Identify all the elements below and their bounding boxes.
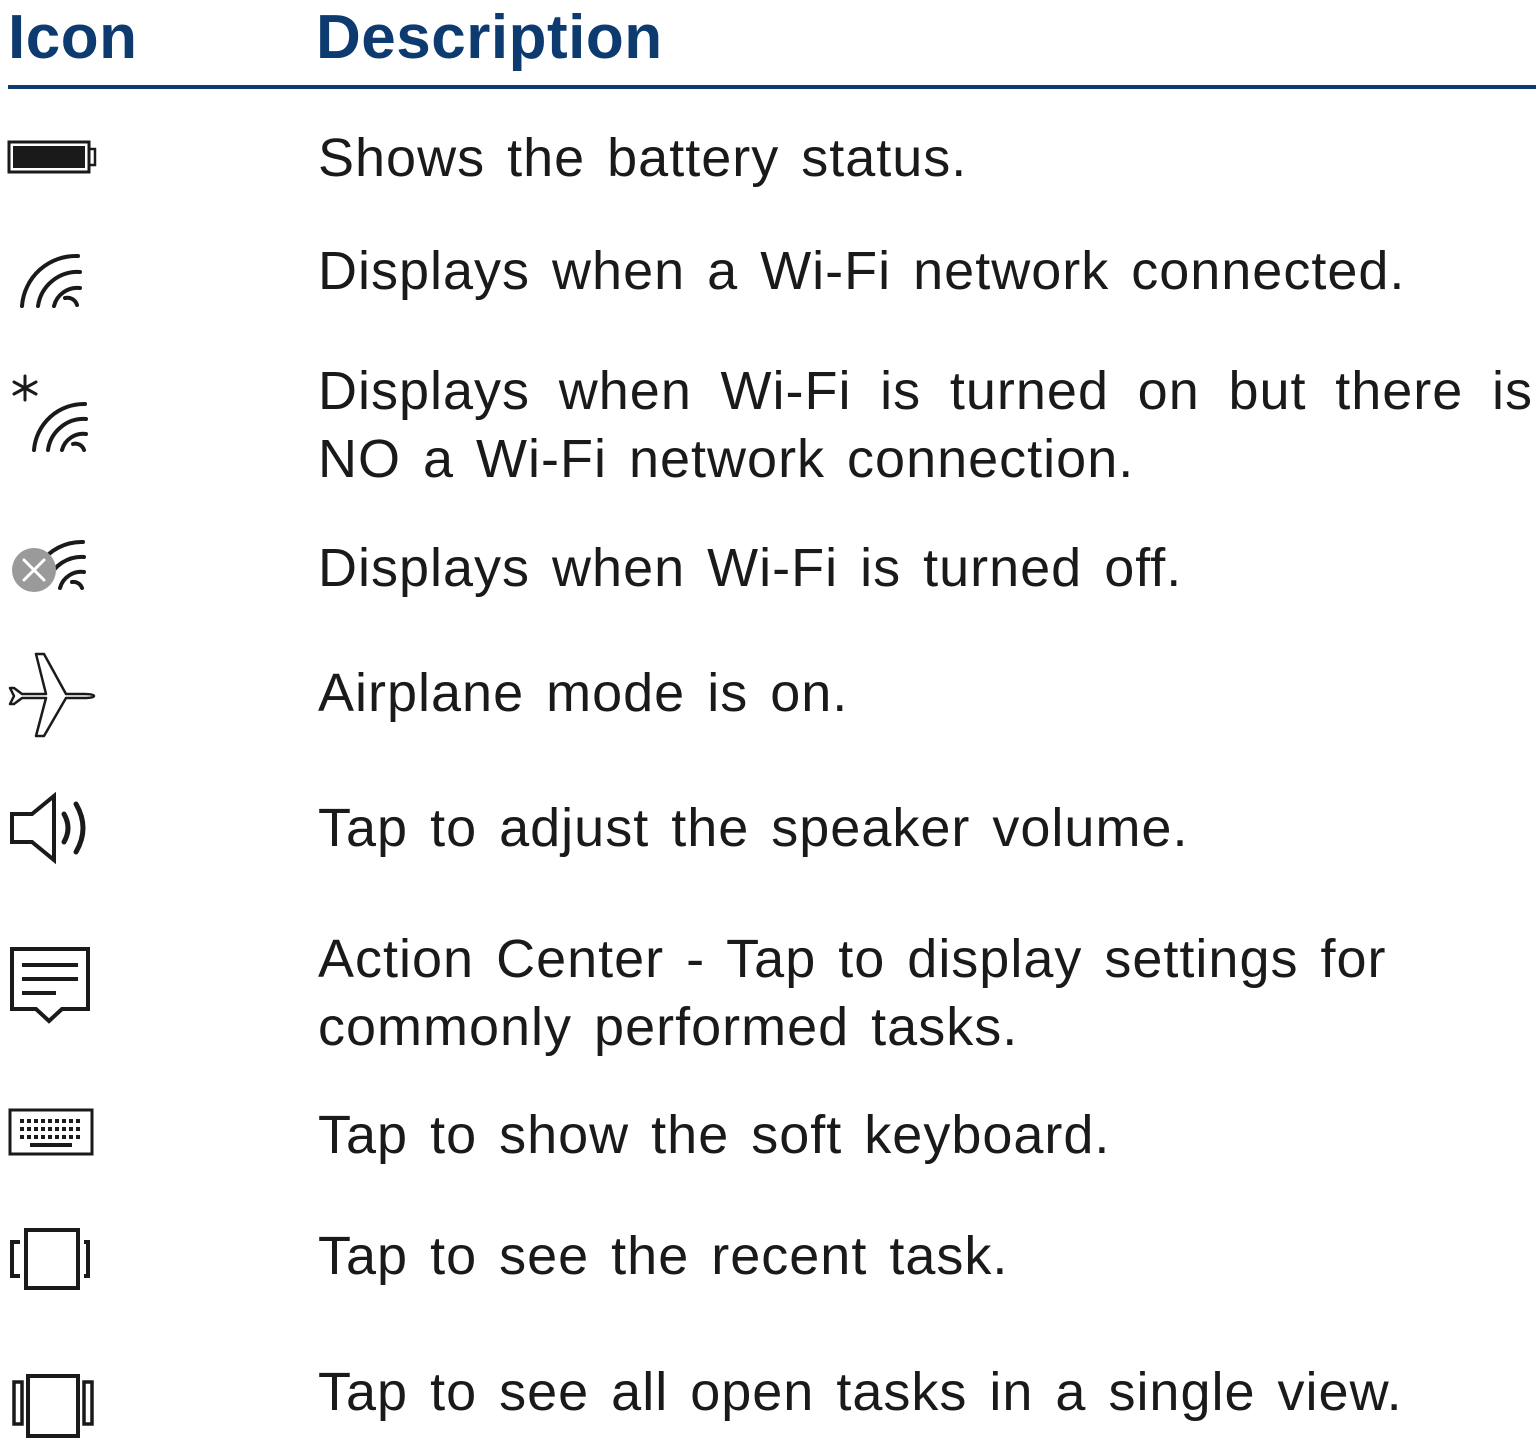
table-row-description: Airplane mode is on. <box>318 663 849 723</box>
description-column-header: Description <box>316 3 663 72</box>
airplane-icon <box>6 648 98 740</box>
icon-column-header: Icon <box>8 3 138 72</box>
table-row-description: Tap to show the soft keyboard. <box>318 1105 1111 1165</box>
table-row-description: Action Center - Tap to display settings … <box>318 929 1387 1057</box>
table-row-description: Displays when Wi-Fi is turned off. <box>318 538 1183 598</box>
wifi-connected-icon <box>6 232 98 324</box>
table-row-description: Displays when a Wi-Fi network connected. <box>318 241 1406 301</box>
task-view-icon <box>6 1358 98 1450</box>
table-row-description: Tap to see all open tasks in a single vi… <box>318 1362 1403 1422</box>
table-row-description: Tap to see the recent task. <box>318 1226 1009 1286</box>
wifi-off-icon <box>6 520 98 612</box>
table-row-description: Displays when Wi-Fi is turned on but the… <box>318 361 1533 489</box>
action-center-icon <box>6 935 98 1027</box>
speaker-icon <box>6 784 98 876</box>
table-row-description: Tap to adjust the speaker volume. <box>318 798 1189 858</box>
table-row-description: Shows the battery status. <box>318 128 968 188</box>
wifi-no-connection-icon <box>6 366 98 458</box>
battery-icon <box>6 112 98 204</box>
keyboard-icon <box>6 1088 98 1180</box>
header-divider <box>8 85 1536 89</box>
recent-task-icon <box>6 1212 98 1304</box>
